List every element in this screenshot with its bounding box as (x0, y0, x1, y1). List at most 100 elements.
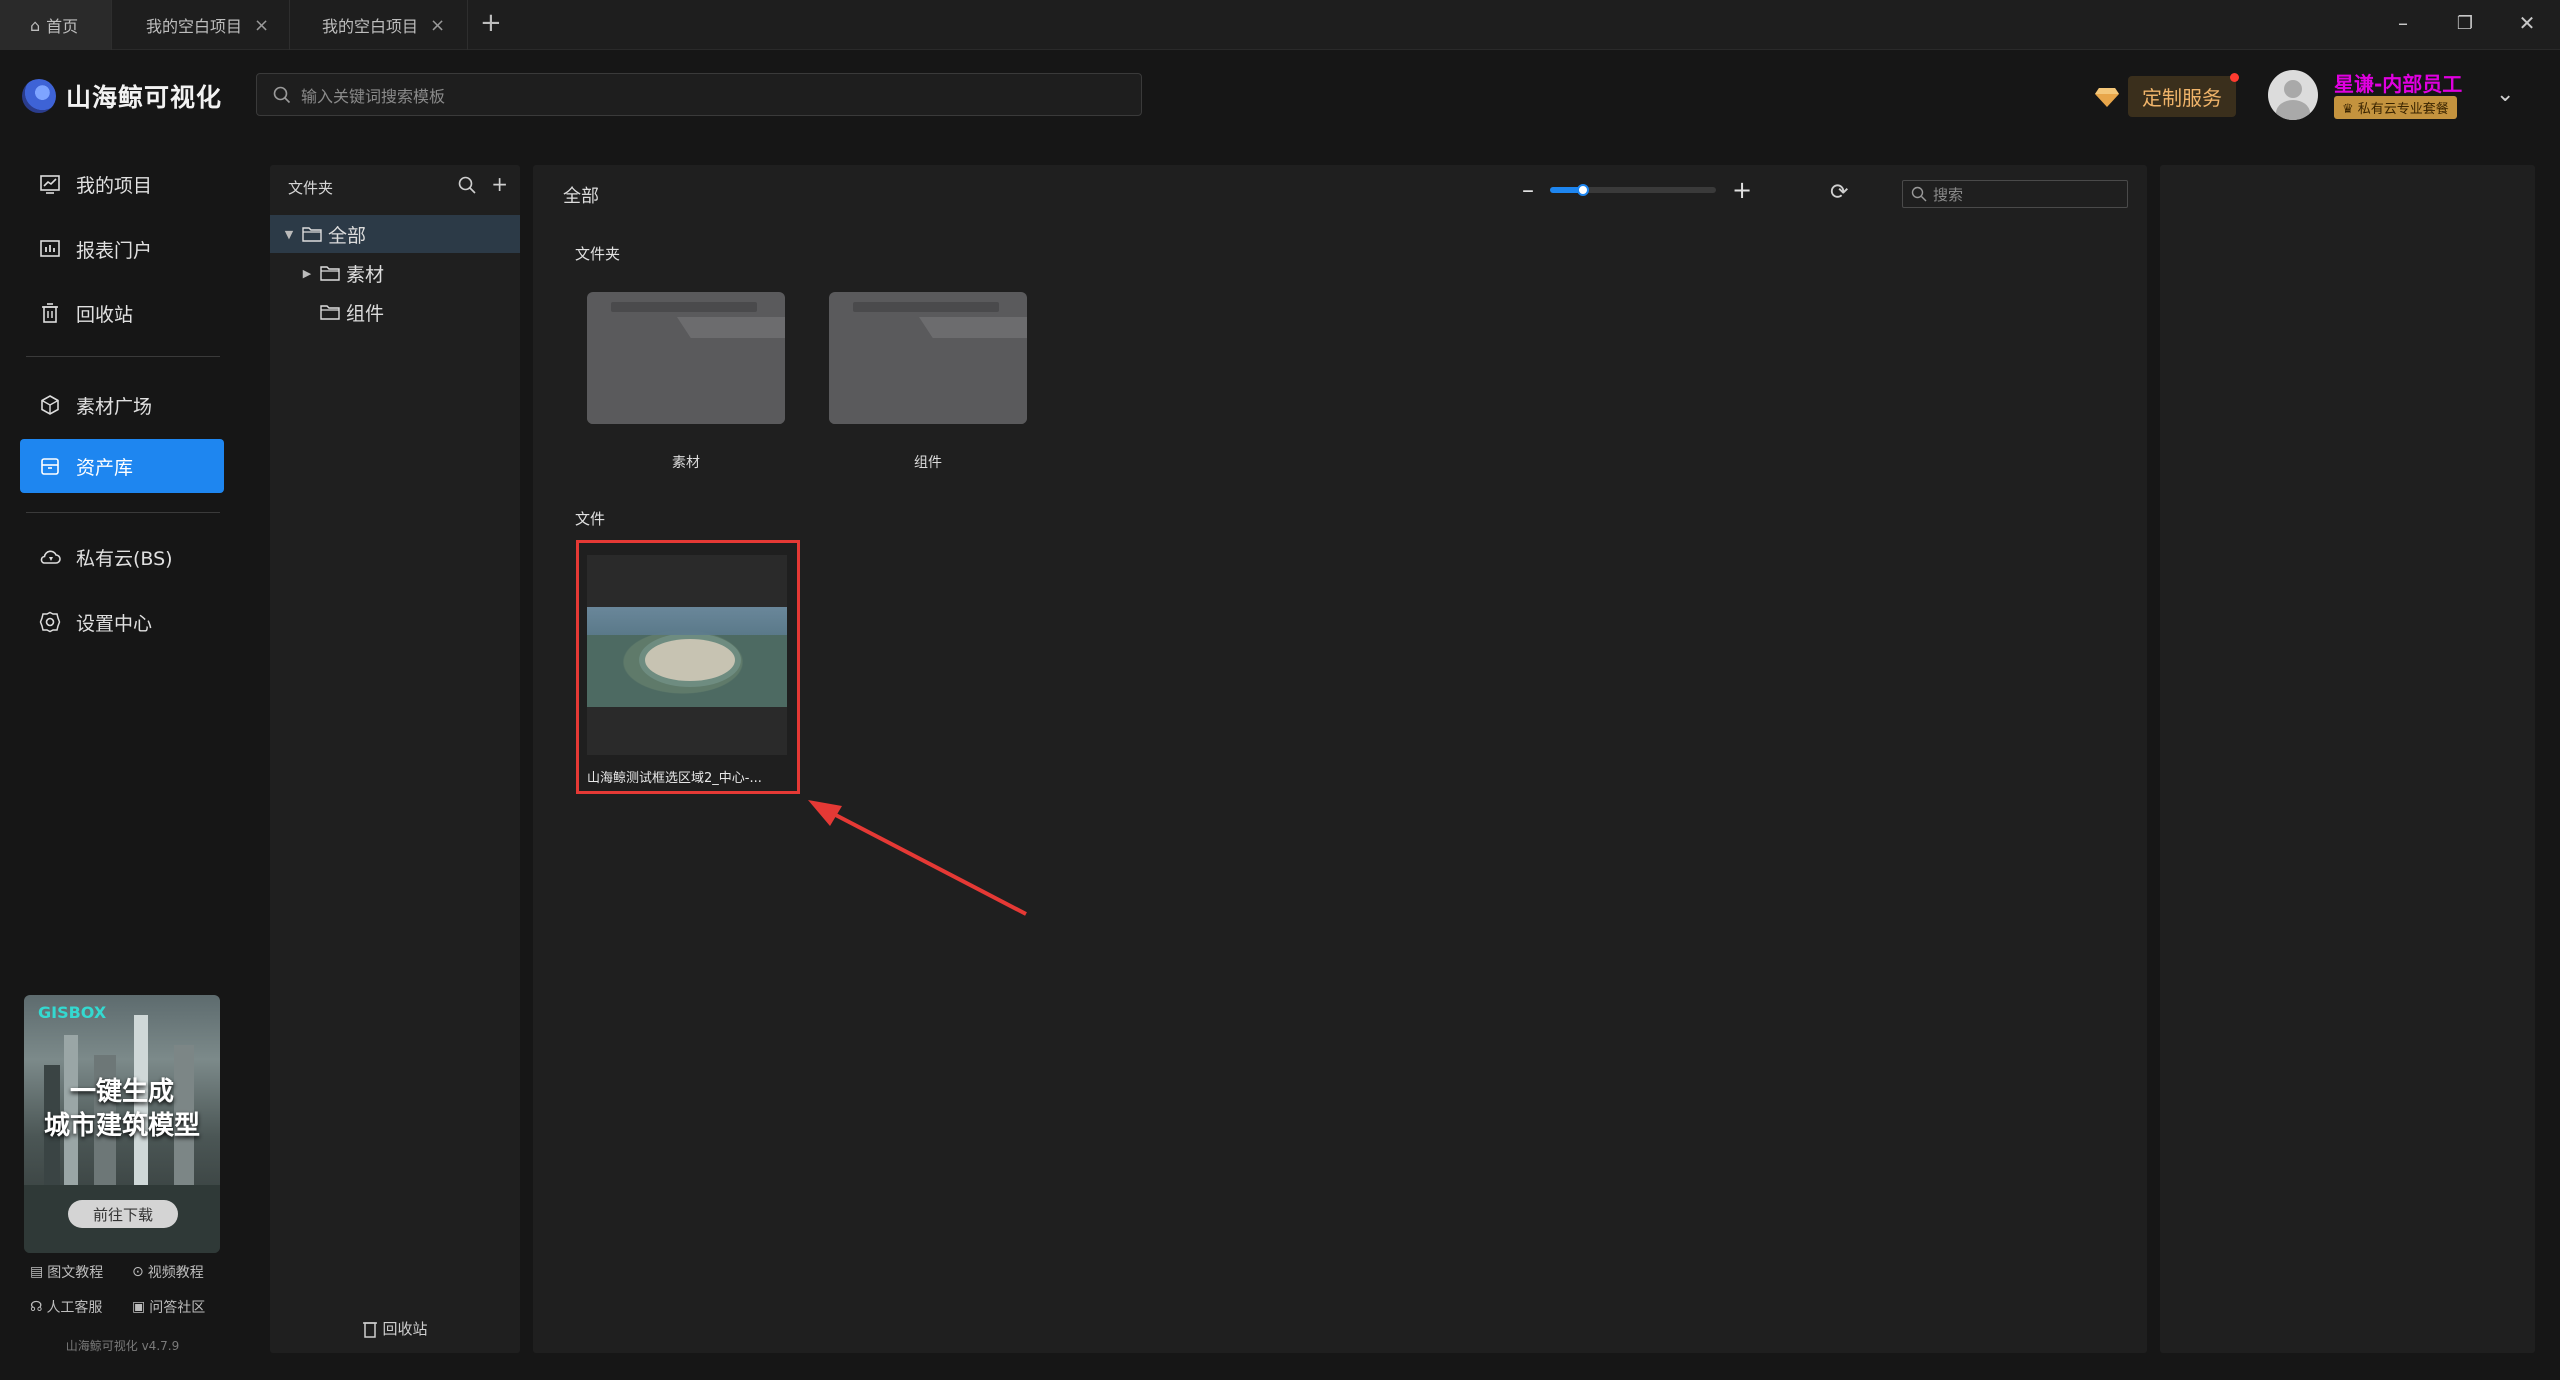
image-tutorial-link[interactable]: ▤ 图文教程 (30, 1262, 103, 1282)
sidebar-item-label: 我的项目 (76, 174, 153, 197)
folder-icon (302, 227, 322, 242)
home-icon: ⌂ (30, 15, 41, 35)
cloud-icon (40, 550, 61, 564)
folder-label: 素材 (672, 455, 700, 471)
title-bar: ⌂ 首页 我的空白项目 × 我的空白项目 × + – ❐ ✕ (0, 0, 2560, 50)
breadcrumb: 全部 (563, 186, 599, 207)
play-icon: ⊙ (132, 1264, 144, 1280)
sidebar: 我的项目 报表门户 回收站 素材广场 资产库 私有云(BS) 设置中心 GISB… (0, 140, 245, 1380)
diamond-icon (2095, 87, 2119, 107)
folders-section-title: 文件夹 (575, 245, 621, 263)
sidebar-item-private-cloud[interactable]: 私有云(BS) (20, 530, 224, 584)
restore-button[interactable]: ❐ (2445, 8, 2485, 38)
tree-node-material[interactable]: ▶ 素材 (270, 254, 520, 292)
user-plan-badge: ♛ 私有云专业套餐 (2334, 96, 2457, 119)
doc-icon: ▤ (30, 1264, 44, 1280)
zoom-control: – + (1522, 176, 1752, 204)
headset-icon: ☊ (30, 1299, 43, 1315)
tab-label: 我的空白项目 (322, 17, 419, 36)
download-button[interactable]: 前往下载 (68, 1200, 178, 1228)
notification-dot (2230, 73, 2239, 82)
sidebar-item-my-projects[interactable]: 我的项目 (20, 157, 224, 211)
divider (26, 356, 220, 357)
folder-card-material[interactable] (587, 292, 785, 424)
sidebar-item-label: 资产库 (76, 456, 134, 479)
custom-service[interactable]: 定制服务 (2094, 73, 2239, 117)
minimize-button[interactable]: – (2383, 8, 2423, 38)
close-window-button[interactable]: ✕ (2507, 8, 2547, 38)
search-icon (273, 86, 291, 103)
app-logo: 山海鲸可视化 (22, 78, 222, 114)
promo-brand: GISBOX (38, 1003, 107, 1022)
custom-service-button[interactable]: 定制服务 (2128, 73, 2239, 117)
divider (26, 512, 220, 513)
whale-logo-icon (22, 79, 56, 113)
asset-search-input[interactable]: 搜索 (1902, 180, 2128, 208)
gear-icon (39, 611, 61, 633)
tab-label: 首页 (46, 17, 79, 36)
folder-icon (320, 305, 340, 320)
trash-icon (42, 303, 58, 323)
folder-card-component[interactable] (829, 292, 1027, 424)
sidebar-item-label: 素材广场 (76, 395, 153, 418)
caret-down-icon[interactable]: ▼ (282, 228, 296, 241)
sidebar-item-settings[interactable]: 设置中心 (20, 595, 224, 649)
user-name: 星谦-内部员工 (2334, 72, 2463, 96)
close-icon[interactable]: × (254, 15, 269, 36)
add-folder-icon[interactable]: + (491, 174, 508, 195)
sidebar-item-label: 私有云(BS) (76, 547, 173, 570)
tree-node-component[interactable]: 组件 (270, 293, 520, 331)
sidebar-item-recycle-bin[interactable]: 回收站 (20, 286, 224, 340)
folder-label: 组件 (914, 455, 942, 471)
zoom-out-button[interactable]: – (1522, 176, 1534, 204)
report-portal-icon (40, 240, 60, 257)
search-placeholder: 输入关键词搜索模板 (301, 86, 446, 106)
zoom-slider[interactable] (1550, 184, 1716, 196)
gisbox-promo-banner[interactable]: GISBOX 一键生成 城市建筑模型 前往下载 (24, 995, 220, 1253)
video-tutorial-link[interactable]: ⊙ 视频教程 (132, 1262, 204, 1282)
file-name: 山海鲸测试框选区域2_中心-... (587, 771, 762, 786)
version-label: 山海鲸可视化 v4.7.9 (65, 1339, 180, 1353)
sidebar-item-label: 回收站 (76, 303, 134, 326)
qa-community-link[interactable]: ▣ 问答社区 (132, 1297, 205, 1317)
sidebar-item-label: 设置中心 (76, 612, 153, 635)
tree-node-all[interactable]: ▼ 全部 (270, 215, 520, 253)
zoom-in-button[interactable]: + (1732, 176, 1752, 204)
trash-label: 回收站 (382, 1320, 428, 1338)
chevron-down-icon[interactable]: ⌄ (2496, 82, 2514, 107)
sidebar-item-material-square[interactable]: 素材广场 (20, 378, 224, 432)
folder-tree-panel: 文件夹 + ▼ 全部 ▶ 素材 组件 回收站 (270, 165, 520, 1353)
tab-label: 我的空白项目 (146, 17, 243, 36)
sidebar-item-report-portal[interactable]: 报表门户 (20, 222, 224, 276)
tab-project-2[interactable]: 我的空白项目 × (290, 0, 468, 50)
asset-box-icon (41, 458, 59, 475)
zoom-slider-handle[interactable] (1577, 184, 1590, 196)
search-icon (1911, 186, 1927, 202)
tab-project-1[interactable]: 我的空白项目 × (112, 0, 290, 50)
close-icon[interactable]: × (430, 15, 445, 36)
search-placeholder: 搜索 (1933, 185, 1964, 204)
file-card[interactable]: 山海鲸测试框选区域2_中心-... (576, 540, 800, 794)
tab-home[interactable]: ⌂ 首页 (0, 0, 112, 50)
tree-node-label: 素材 (346, 263, 385, 286)
property-panel (2160, 165, 2535, 1353)
tree-recycle-bin-button[interactable]: 回收站 (270, 1318, 520, 1339)
folder-icon (320, 266, 340, 281)
promo-title-line1: 一键生成 (69, 1077, 174, 1107)
search-icon[interactable] (457, 175, 477, 195)
project-chart-icon (40, 175, 60, 194)
tree-node-label: 组件 (346, 302, 385, 325)
caret-right-icon[interactable]: ▶ (300, 267, 314, 280)
material-cube-icon (41, 395, 59, 415)
sidebar-item-asset-library[interactable]: 资产库 (20, 439, 224, 493)
files-section-title: 文件 (575, 510, 606, 528)
customer-service-link[interactable]: ☊ 人工客服 (30, 1297, 102, 1317)
refresh-icon[interactable]: ⟳ (1830, 180, 1848, 205)
avatar[interactable] (2268, 70, 2318, 120)
custom-service-label: 定制服务 (2142, 86, 2222, 110)
template-search-input[interactable]: 输入关键词搜索模板 (256, 73, 1142, 116)
new-tab-button[interactable]: + (480, 8, 502, 38)
qa-icon: ▣ (132, 1299, 146, 1315)
promo-title-line2: 城市建筑模型 (43, 1111, 200, 1141)
trash-icon (363, 1321, 378, 1338)
